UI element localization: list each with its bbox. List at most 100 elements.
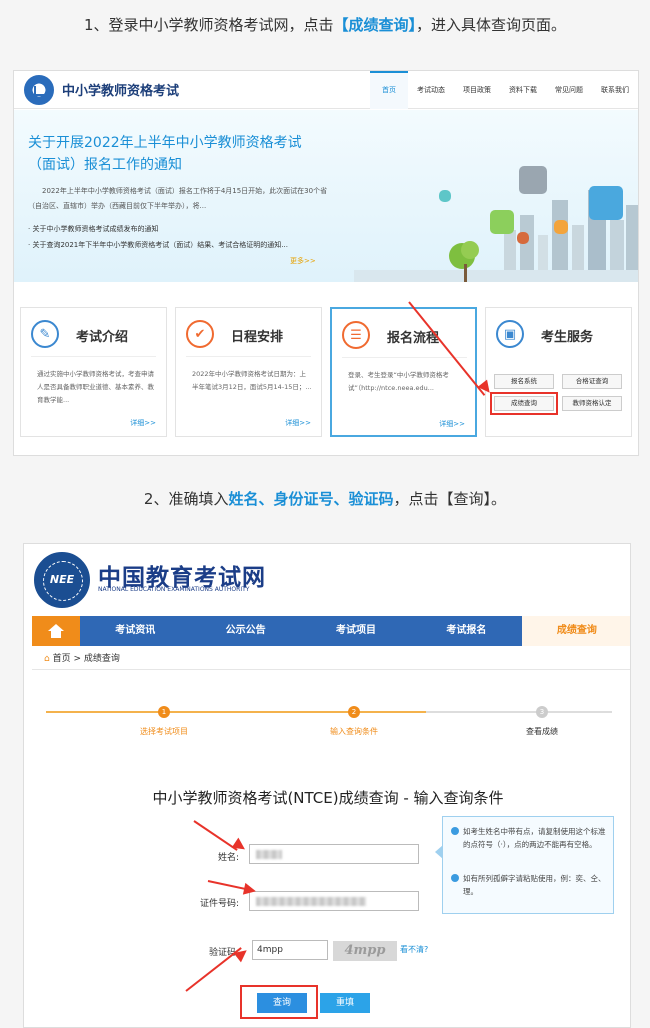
card-more-link[interactable]: 详细>> [285, 418, 311, 428]
reset-button[interactable]: 重填 [320, 993, 370, 1013]
screenshot-neea-score-query: 中国教育考试网 NATIONAL EDUCATION EXAMINATIONS … [23, 543, 631, 1028]
checkmark-icon: ✔ [186, 320, 214, 348]
card-title: 考试介绍 [76, 330, 129, 345]
nav-exam-projects[interactable]: 考试项目 [301, 616, 411, 646]
breadcrumb: ⌂ 首页 > 成绩查询 [32, 648, 630, 670]
ntce-nav-faq[interactable]: 常见问题 [546, 71, 592, 109]
arrow-head-icon [242, 882, 258, 898]
card-more-link[interactable]: 详细>> [130, 418, 156, 428]
captcha-input[interactable] [252, 940, 328, 960]
progress-step-label: 选择考试项目 [140, 727, 188, 736]
query-progress-steps: 1 2 3 选择考试项目 输入查询条件 查看成绩 [46, 706, 612, 746]
id-number-input[interactable] [249, 891, 419, 911]
service-teacher-cert-button[interactable]: 教师资格认定 [562, 396, 622, 411]
progress-step-dot: 1 [158, 706, 170, 718]
ntce-cards: ✎ 考试介绍 通过实施中小学教师资格考试，考查申请人是否具备教师职业道德、基本素… [14, 307, 638, 437]
ntce-header: 中小学教师资格考试 首页 考试动态 项目政策 资料下载 常见问题 联系我们 [14, 71, 638, 109]
breadcrumb-home-link[interactable]: 首页 [53, 654, 71, 664]
card-more-link[interactable]: 详细>> [439, 419, 465, 429]
ntce-banner: 关于开展2022年上半年中小学教师资格考试（面试）报名工作的通知 2022年上半… [14, 110, 638, 282]
nav-home-button[interactable] [32, 616, 80, 646]
news-link[interactable]: · 关于查询2021年下半年中小学教师资格考试（面试）结果、考试合格证明的通知.… [28, 240, 288, 250]
news-link[interactable]: · 关于中小学教师资格考试成绩发布的通知 [28, 224, 158, 234]
step2-text-prefix: 2、准确填入 [143, 490, 229, 508]
info-icon [451, 874, 459, 882]
nav-score-query[interactable]: 成绩查询 [521, 616, 630, 646]
step2-captcha-highlight: 验证码 [348, 490, 394, 508]
id-card-icon: ▣ [496, 320, 524, 348]
neea-header: 中国教育考试网 NATIONAL EDUCATION EXAMINATIONS … [24, 544, 630, 616]
progress-step-label: 查看成绩 [526, 727, 558, 736]
service-registration-button[interactable]: 报名系统 [494, 374, 554, 389]
captcha-refresh-link[interactable]: 看不清? [400, 944, 428, 955]
document-edit-icon: ✎ [31, 320, 59, 348]
tip-item: 如有所列孤僻字请粘贴使用，例：奕、仝、理。 [451, 872, 609, 898]
card-description: 2022年中小学教师资格考试日期为：上半年笔试3月12日，面试5月14-15日；… [192, 370, 312, 391]
service-certificate-query-button[interactable]: 合格证查询 [562, 374, 622, 389]
card-title: 日程安排 [231, 330, 284, 345]
step1-text-suffix: ，进入具体查询页面。 [416, 16, 567, 34]
step1-instruction: 1、登录中小学教师资格考试网，点击【成绩查询】，进入具体查询页面。 [0, 14, 650, 35]
neea-brand-english: NATIONAL EDUCATION EXAMINATIONS AUTHORIT… [98, 586, 250, 593]
name-label: 姓名: [217, 853, 239, 863]
ntce-logo-icon[interactable] [24, 74, 54, 105]
progress-step-dot: 2 [348, 706, 360, 718]
ntce-nav-news[interactable]: 考试动态 [408, 71, 454, 109]
id-number-label: 证件号码: [199, 899, 239, 909]
step2-id-highlight: 身份证号 [273, 490, 334, 508]
card-candidate-services: ▣ 考生服务 报名系统 合格证查询 成绩查询 教师资格认定 [485, 307, 632, 437]
banner-headline-link[interactable]: 关于开展2022年上半年中小学教师资格考试（面试）报名工作的通知 [28, 132, 318, 176]
cube-decoration [490, 210, 514, 234]
name-input[interactable] [249, 844, 419, 864]
step1-highlight: 【成绩查询】 [333, 16, 417, 34]
breadcrumb-current: 成绩查询 [83, 654, 120, 664]
ntce-nav-contact[interactable]: 联系我们 [592, 71, 638, 109]
step2-instruction: 2、准确填入姓名、身份证号、验证码，点击【查询】。 [0, 488, 650, 509]
neea-emblem-icon[interactable] [34, 552, 90, 608]
step2-separator: 、 [333, 490, 349, 508]
nav-exam-registration[interactable]: 考试报名 [411, 616, 521, 646]
step1-text-prefix: 1、登录中小学教师资格考试网，点击 [83, 16, 334, 34]
card-description: 通过实施中小学教师资格考试，考查申请人是否具备教师职业道德、基本素养、教育教学能… [37, 370, 154, 404]
nav-exam-news[interactable]: 考试资讯 [80, 616, 190, 646]
redacted-value [256, 850, 282, 859]
info-icon [451, 827, 459, 835]
card-description: 登录、考生登录“中小学教师资格考试”（http://ntce.neea.edu.… [348, 371, 449, 392]
captcha-image[interactable]: 4mpp [333, 941, 397, 961]
screenshot-ntce-homepage: 中小学教师资格考试 首页 考试动态 项目政策 资料下载 常见问题 联系我们 关于… [13, 70, 639, 456]
ntce-site-title: 中小学教师资格考试 [62, 84, 180, 99]
progress-line-done [46, 711, 426, 713]
step2-name-highlight: 姓名 [228, 490, 259, 508]
ntce-nav-home[interactable]: 首页 [370, 71, 408, 109]
form-title: 中小学教师资格考试(NTCE)成绩查询 - 输入查询条件 [152, 789, 504, 807]
card-registration-process[interactable]: ☰ 报名流程 登录、考生登录“中小学教师资格考试”（http://ntce.ne… [330, 307, 477, 437]
ntce-nav-downloads[interactable]: 资料下载 [500, 71, 546, 109]
neea-nav: 考试资讯 公示公告 考试项目 考试报名 成绩查询 [32, 616, 630, 646]
cube-decoration [439, 190, 451, 202]
banner-description: 2022年上半年中小学教师资格考试（面试）报名工作将于4月15日开始，此次面试在… [28, 187, 328, 210]
home-icon [48, 624, 64, 638]
more-news-link[interactable]: 更多>> [290, 256, 316, 266]
breadcrumb-separator: > [73, 654, 82, 664]
card-schedule[interactable]: ✔ 日程安排 2022年中小学教师资格考试日期为：上半年笔试3月12日，面试5月… [175, 307, 322, 437]
progress-step-dot: 3 [536, 706, 548, 718]
step2-text-suffix: ，点击【查询】。 [393, 490, 507, 508]
redacted-value [256, 897, 366, 906]
nav-announcements[interactable]: 公示公告 [190, 616, 300, 646]
tip-text: 如考生姓名中带有点，请复制使用这个标准的点符号（·），点的两边不能再有空格。 [463, 827, 606, 849]
progress-line-pending [426, 711, 612, 713]
card-divider [186, 356, 311, 357]
tip-item: 如考生姓名中带有点，请复制使用这个标准的点符号（·），点的两边不能再有空格。 [451, 825, 609, 851]
form-icon: ☰ [342, 321, 370, 349]
cube-decoration [589, 186, 623, 220]
step2-separator: 、 [258, 490, 274, 508]
tip-text: 如有所列孤僻字请粘贴使用，例：奕、仝、理。 [463, 874, 606, 896]
cube-decoration [519, 166, 547, 194]
card-title: 考生服务 [541, 330, 594, 345]
card-divider [31, 356, 156, 357]
annotation-highlight-box [490, 392, 558, 415]
cube-decoration [517, 232, 529, 244]
ntce-nav-policy[interactable]: 项目政策 [454, 71, 500, 109]
home-icon: ⌂ [44, 654, 50, 664]
card-exam-intro[interactable]: ✎ 考试介绍 通过实施中小学教师资格考试，考查申请人是否具备教师职业道德、基本素… [20, 307, 167, 437]
